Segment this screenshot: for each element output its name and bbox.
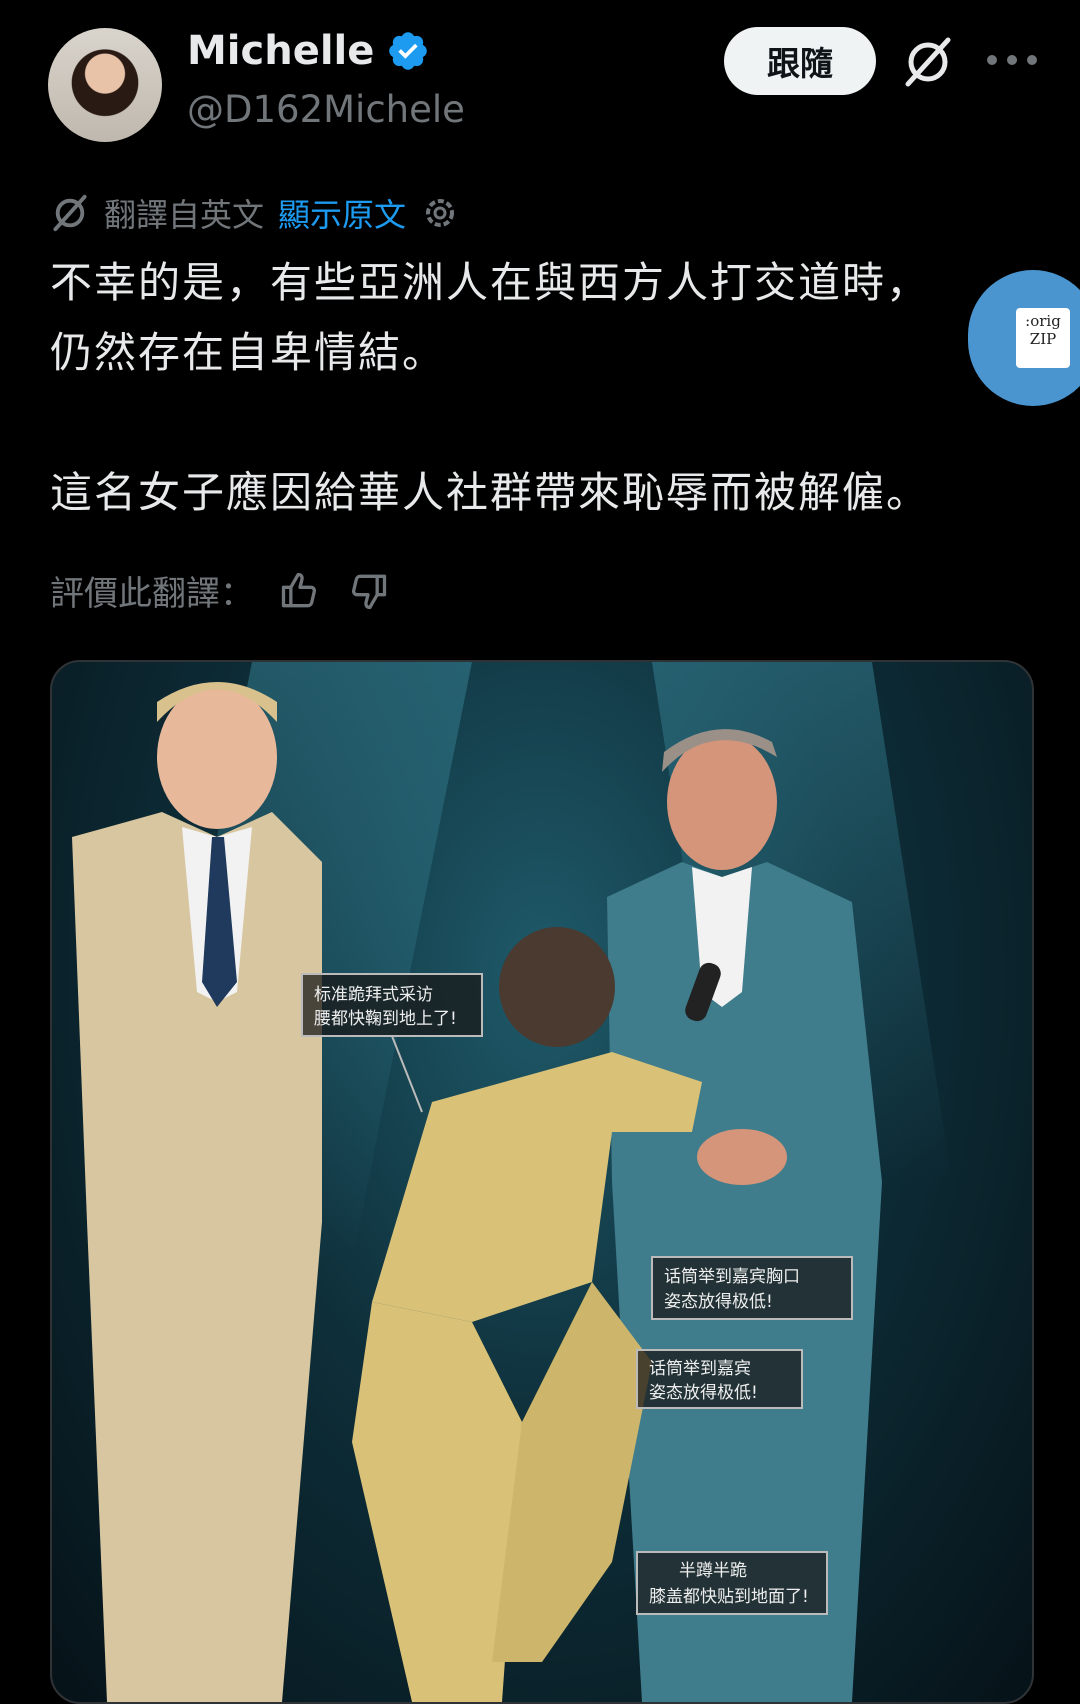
- svg-text:姿态放得极低!: 姿态放得极低!: [649, 1383, 758, 1403]
- translated-from-label: 翻譯自英文: [104, 196, 265, 234]
- verified-badge-icon: [389, 32, 428, 70]
- user-name-row[interactable]: Michelle: [187, 28, 430, 74]
- grok-icon[interactable]: [902, 36, 954, 88]
- user-handle[interactable]: @D162Michele: [187, 88, 465, 131]
- orig-zip-badge[interactable]: :orig ZIP: [968, 270, 1080, 406]
- thumbs-up-icon[interactable]: [278, 569, 322, 613]
- grok-translate-icon: [53, 194, 87, 232]
- man-beige-suit: [72, 682, 322, 1702]
- display-name[interactable]: Michelle: [187, 28, 374, 74]
- callout-4: 半蹲半跪 膝盖都快贴到地面了!: [636, 1551, 828, 1615]
- svg-text:膝盖都快贴到地面了!: 膝盖都快贴到地面了!: [649, 1587, 809, 1607]
- svg-text:姿态放得极低!: 姿态放得极低!: [664, 1292, 773, 1312]
- svg-text:话筒举到嘉宾: 话筒举到嘉宾: [649, 1359, 751, 1379]
- show-original-link[interactable]: 顯示原文: [278, 190, 406, 236]
- gear-icon[interactable]: [420, 193, 460, 233]
- callout-2: 话筒举到嘉宾胸口 姿态放得极低!: [651, 1256, 853, 1320]
- svg-text:半蹲半跪: 半蹲半跪: [679, 1561, 747, 1581]
- svg-text:腰都快鞠到地上了!: 腰都快鞠到地上了!: [314, 1009, 457, 1029]
- svg-text:标准跪拜式采访: 标准跪拜式采访: [314, 985, 433, 1005]
- avatar[interactable]: [48, 28, 162, 142]
- more-options-icon[interactable]: [984, 48, 1040, 72]
- zip-icon: :orig ZIP: [1016, 308, 1070, 368]
- zip-line1: :orig: [1025, 312, 1061, 330]
- rate-translation-row: 評價此翻譯：: [50, 566, 390, 615]
- zip-line2: ZIP: [1029, 330, 1057, 348]
- tweet-media-image[interactable]: 标准跪拜式采访 腰都快鞠到地上了! 话筒举到嘉宾胸口 姿态放得极低! 话筒举到嘉…: [50, 660, 1034, 1704]
- translation-bar: 翻譯自英文 顯示原文: [50, 190, 460, 236]
- rate-translation-label: 評價此翻譯：: [50, 574, 254, 614]
- media-illustration: 标准跪拜式采访 腰都快鞠到地上了! 话筒举到嘉宾胸口 姿态放得极低! 话筒举到嘉…: [72, 662, 952, 1702]
- svg-text:话筒举到嘉宾胸口: 话筒举到嘉宾胸口: [664, 1267, 800, 1287]
- tweet-text: 不幸的是，有些亞洲人在與西方人打交道時， 仍然存在自卑情結。 這名女子應因給華人…: [50, 258, 931, 517]
- follow-button[interactable]: 跟隨: [724, 27, 876, 95]
- thumbs-down-icon[interactable]: [346, 569, 390, 613]
- callout-3: 话筒举到嘉宾 姿态放得极低!: [636, 1349, 803, 1409]
